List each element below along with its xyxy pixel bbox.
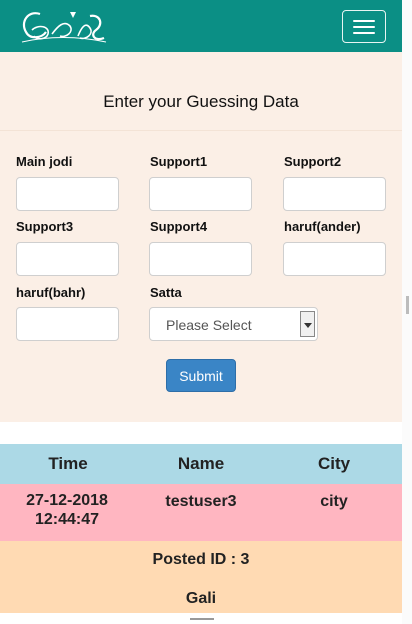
dropdown-arrow-icon[interactable] (300, 311, 315, 337)
support1-label: Support1 (150, 154, 208, 169)
haruf-bahr-label: haruf(bahr) (16, 285, 86, 300)
submit-button[interactable]: Submit (166, 359, 236, 392)
satta-label: Satta (150, 285, 182, 300)
hamburger-menu-icon-bar (353, 32, 375, 34)
row-time-date: 27-12-2018 (26, 492, 108, 509)
support4-label: Support4 (150, 219, 208, 234)
form-divider (0, 130, 402, 131)
main-jodi-input[interactable] (16, 177, 119, 211)
support3-input[interactable] (16, 242, 119, 276)
posted-id: Posted ID : 3 (152, 551, 250, 568)
results-table-header: Time Name City (0, 444, 402, 484)
hamburger-menu-icon-bar (353, 26, 375, 28)
column-header-city: City (317, 454, 351, 473)
row-city: city (320, 493, 348, 510)
menu-toggle-button[interactable] (342, 10, 386, 43)
guessing-form: Enter your Guessing Data Main jodi Suppo… (0, 52, 402, 422)
support1-input[interactable] (149, 177, 252, 211)
satta-select[interactable]: Please Select (149, 307, 318, 341)
row-time-clock: 12:44:47 (34, 511, 100, 528)
game-name: Gali (185, 590, 217, 607)
column-header-name: Name (177, 454, 225, 473)
form-heading: Enter your Guessing Data (103, 92, 299, 111)
section-gap (0, 422, 402, 444)
support2-input[interactable] (283, 177, 386, 211)
brand-logo[interactable] (18, 6, 108, 48)
column-header-time: Time (48, 454, 88, 473)
resize-grip-icon[interactable] (190, 618, 214, 620)
scrollbar-thumb[interactable] (406, 296, 409, 314)
haruf-ander-input[interactable] (283, 242, 386, 276)
hamburger-menu-icon (353, 20, 375, 22)
support4-input[interactable] (149, 242, 252, 276)
row-name: testuser3 (165, 493, 237, 510)
haruf-ander-label: haruf(ander) (284, 219, 361, 234)
table-row: 27-12-2018 12:44:47 testuser3 city (0, 484, 402, 541)
haruf-bahr-input[interactable] (16, 307, 119, 341)
support2-label: Support2 (284, 154, 342, 169)
satta-select-value: Please Select (166, 317, 252, 333)
support3-label: Support3 (16, 219, 74, 234)
main-jodi-label: Main jodi (16, 154, 73, 169)
table-footer: Posted ID : 3 Gali (0, 541, 402, 613)
navbar (0, 0, 402, 52)
